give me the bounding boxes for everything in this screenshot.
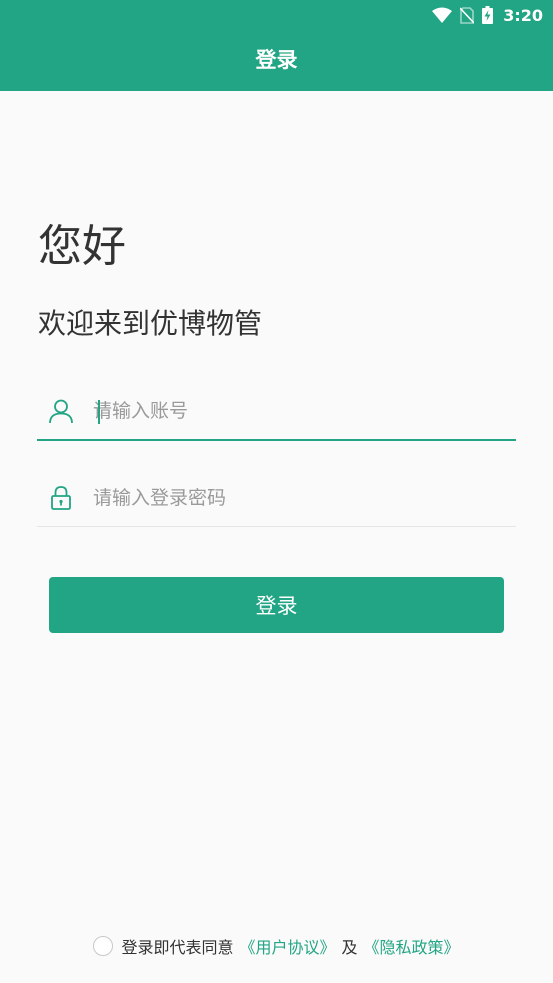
user-icon xyxy=(37,398,85,424)
text-caret xyxy=(98,400,100,424)
account-input[interactable] xyxy=(93,400,516,422)
status-bar: 3:20 xyxy=(432,0,553,30)
agreement-row: 登录即代表同意 《用户协议》 及 《隐私政策》 xyxy=(0,934,553,958)
app-header: 3:20 登录 xyxy=(0,0,553,91)
status-time: 3:20 xyxy=(503,5,543,25)
greeting-hello: 您好 xyxy=(38,221,126,272)
no-sim-icon xyxy=(460,6,475,24)
user-agreement-link[interactable]: 《用户协议》 xyxy=(239,934,335,958)
password-field[interactable] xyxy=(37,469,516,527)
login-button[interactable]: 登录 xyxy=(49,577,504,633)
password-input[interactable] xyxy=(93,486,516,509)
account-field[interactable] xyxy=(37,383,516,441)
agreement-prefix: 登录即代表同意 xyxy=(121,938,234,957)
lock-icon xyxy=(37,485,85,511)
login-screen: 3:20 登录 您好 欢迎来到优博物管 登录 登录即代表同意 《 xyxy=(0,0,553,983)
agreement-checkbox[interactable] xyxy=(93,936,114,956)
battery-charging-icon xyxy=(482,6,494,24)
privacy-policy-link[interactable]: 《隐私政策》 xyxy=(364,934,460,958)
wifi-icon xyxy=(432,7,453,23)
page-title: 登录 xyxy=(255,48,298,72)
agreement-and: 及 xyxy=(341,938,358,957)
greeting-welcome: 欢迎来到优博物管 xyxy=(38,307,263,340)
